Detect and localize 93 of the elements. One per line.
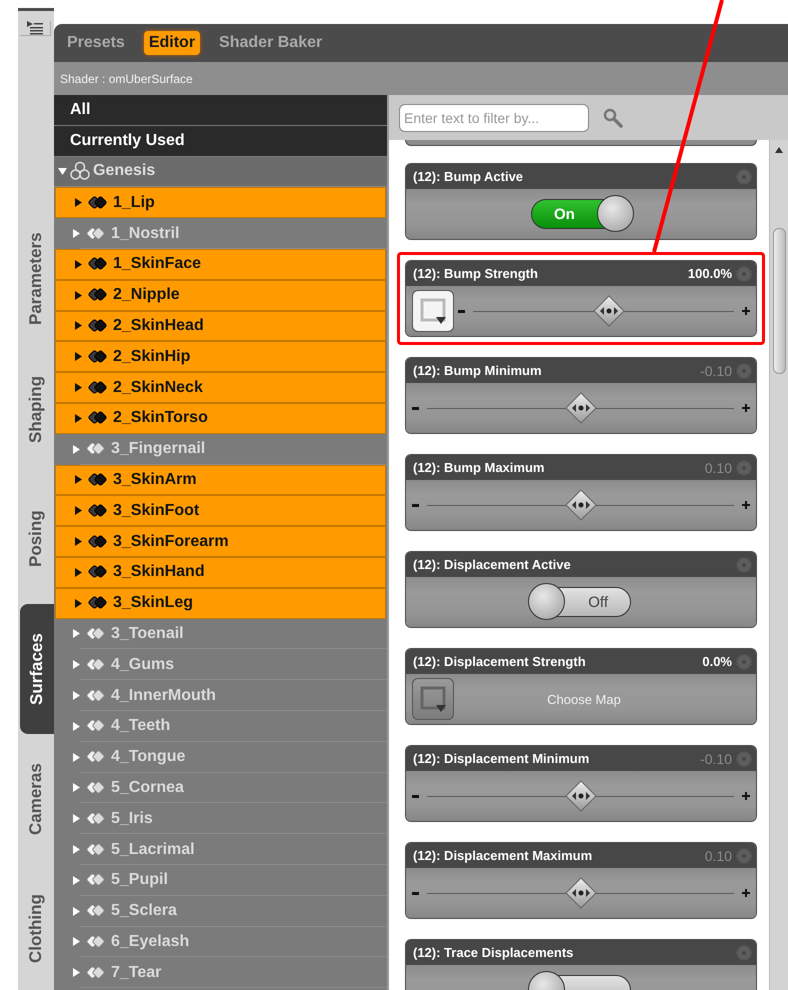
collapse-arrow-icon[interactable]	[74, 352, 83, 362]
collapse-arrow-icon[interactable]	[74, 290, 83, 300]
property-value: 100.0%	[688, 266, 732, 281]
collapse-arrow-icon[interactable]	[72, 722, 81, 731]
property-value: 0.10	[704, 848, 732, 864]
collapse-arrow-icon[interactable]	[74, 198, 83, 208]
map-frame-icon	[418, 296, 448, 326]
filter-item[interactable]: Currently Used	[54, 126, 387, 157]
shader-label: Shader : omUberSurface	[54, 62, 788, 95]
plus-icon[interactable]	[742, 792, 750, 800]
collapse-arrow-icon[interactable]	[72, 906, 81, 916]
slider-thumb[interactable]	[564, 780, 596, 812]
plus-icon[interactable]	[742, 889, 750, 897]
expand-arrow-icon[interactable]	[58, 166, 67, 176]
collapse-arrow-icon[interactable]	[72, 783, 81, 792]
minus-icon[interactable]	[412, 504, 419, 506]
side-tab[interactable]: Shaping	[18, 344, 54, 474]
property-value: 0.10	[704, 460, 732, 476]
slider-thumb[interactable]	[564, 488, 596, 520]
property-title: (12): Displacement Minimum	[413, 751, 590, 766]
property-title: (12): Displacement Strength	[413, 654, 587, 669]
side-tab[interactable]: Parameters	[18, 214, 54, 344]
collapse-arrow-icon[interactable]	[74, 506, 83, 516]
plus-icon[interactable]	[742, 307, 750, 315]
property-title: (12): Bump Maximum	[413, 460, 546, 475]
tree-item[interactable]: Genesis	[54, 156, 387, 188]
panel-tab[interactable]: Shader Baker	[214, 31, 328, 55]
collapse-arrow-icon[interactable]	[72, 691, 81, 700]
collapse-arrow-icon[interactable]	[72, 876, 81, 885]
collapse-arrow-icon[interactable]	[72, 229, 81, 238]
scroll-up-icon[interactable]	[774, 146, 784, 154]
menu-icon[interactable]	[27, 21, 43, 35]
side-tab[interactable]: Surfaces	[20, 604, 54, 734]
side-tab[interactable]: Clothing	[18, 864, 54, 990]
tree-item[interactable]: 2_SkinNeck	[55, 372, 386, 403]
tree-item[interactable]: 2_SkinHead	[55, 310, 386, 342]
collapse-arrow-icon[interactable]	[72, 937, 81, 946]
property-title: (12): Bump Active	[413, 169, 524, 184]
collapse-arrow-icon[interactable]	[74, 414, 83, 423]
tree-item[interactable]: 2_SkinHip	[55, 341, 386, 372]
tree-item[interactable]: 3_SkinForearm	[55, 526, 386, 557]
tree-item[interactable]: 3_SkinHand	[55, 556, 386, 588]
collapse-arrow-icon[interactable]	[74, 260, 83, 269]
collapse-arrow-icon[interactable]	[72, 660, 81, 670]
side-tab[interactable]: Posing	[18, 474, 54, 604]
property-title: (12): Bump Minimum	[413, 363, 543, 378]
minus-icon[interactable]	[412, 794, 419, 798]
plus-icon[interactable]	[742, 404, 750, 412]
collapse-arrow-icon[interactable]	[74, 568, 83, 577]
collapse-arrow-icon[interactable]	[74, 537, 83, 546]
collapse-arrow-icon[interactable]	[72, 444, 81, 454]
filter-field[interactable]: Enter text to filter by...	[399, 104, 589, 132]
search-icon[interactable]	[603, 108, 623, 128]
filter-item[interactable]: All	[54, 95, 387, 126]
collapse-arrow-icon[interactable]	[74, 598, 83, 608]
property-value: -0.10	[700, 750, 732, 766]
slider-thumb[interactable]	[592, 294, 625, 326]
tree-item[interactable]: 2_SkinTorso	[55, 402, 386, 434]
slider-thumb[interactable]	[564, 392, 596, 424]
minus-icon[interactable]	[458, 310, 465, 312]
map-button[interactable]	[412, 678, 454, 720]
tree-item[interactable]: 3_SkinLeg	[55, 588, 386, 619]
collapse-arrow-icon[interactable]	[72, 629, 81, 638]
property-value: 0.0%	[702, 654, 732, 669]
figure-icon	[69, 161, 91, 182]
collapse-arrow-icon[interactable]	[74, 475, 83, 484]
collapse-arrow-icon[interactable]	[74, 383, 83, 392]
minus-icon[interactable]	[412, 406, 419, 410]
property-title: (12): Displacement Maximum	[413, 848, 594, 863]
collapse-arrow-icon[interactable]	[72, 752, 81, 762]
property-title: (12): Bump Strength	[413, 266, 539, 281]
collapse-arrow-icon[interactable]	[72, 814, 81, 824]
collapse-arrow-icon[interactable]	[72, 968, 81, 978]
tree-item[interactable]: 1_Lip	[55, 187, 386, 218]
property-title: (12): Displacement Active	[413, 557, 572, 572]
property-value: -0.10	[700, 362, 732, 378]
collapse-arrow-icon[interactable]	[72, 845, 81, 854]
tree-item[interactable]: 3_SkinArm	[55, 464, 386, 496]
tree-item[interactable]: 2_Nipple	[55, 280, 386, 311]
side-tab[interactable]: Cameras	[18, 734, 54, 864]
property-title: (12): Trace Displacements	[413, 945, 574, 960]
map-button[interactable]	[412, 290, 454, 332]
panel-tab[interactable]: Presets	[62, 31, 130, 55]
panel-tab[interactable]: Editor	[144, 31, 200, 55]
collapse-arrow-icon[interactable]	[74, 321, 83, 330]
scrollbar-thumb[interactable]	[773, 228, 786, 374]
scrollbar[interactable]	[769, 140, 788, 990]
plus-icon[interactable]	[742, 501, 750, 509]
slider-thumb[interactable]	[564, 876, 596, 908]
tree-item[interactable]: 1_SkinFace	[55, 248, 386, 280]
tree-item[interactable]: 3_SkinFoot	[55, 495, 386, 526]
map-frame-icon	[418, 684, 448, 714]
minus-icon[interactable]	[412, 892, 419, 894]
